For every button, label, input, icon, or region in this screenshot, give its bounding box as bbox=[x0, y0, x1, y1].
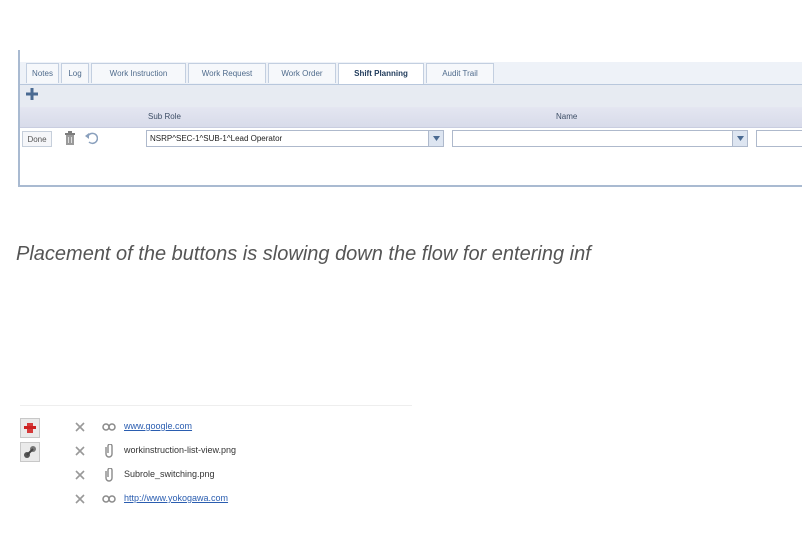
grid-header: Sub Role Name bbox=[20, 107, 802, 128]
red-thumbnail-icon bbox=[20, 418, 40, 438]
tab-log[interactable]: Log bbox=[61, 63, 89, 83]
tab-work-request[interactable]: Work Request bbox=[188, 63, 266, 83]
name-select[interactable] bbox=[452, 130, 734, 147]
link-icon bbox=[102, 423, 116, 431]
name-dropdown-button[interactable] bbox=[732, 130, 748, 147]
attachment-link[interactable]: www.google.com bbox=[124, 421, 192, 431]
remove-icon[interactable] bbox=[75, 470, 85, 480]
attachment-item: Subrole_switching.png bbox=[20, 466, 420, 488]
tab-bar: Notes Log Work Instruction Work Request … bbox=[20, 62, 802, 85]
attachment-item: workinstruction-list-view.png bbox=[20, 442, 420, 464]
remove-icon[interactable] bbox=[75, 494, 85, 504]
image-thumbnail-icon bbox=[20, 442, 40, 462]
attachment-link[interactable]: http://www.yokogawa.com bbox=[124, 493, 228, 503]
sub-role-column-header[interactable]: Sub Role bbox=[148, 112, 181, 121]
remove-icon[interactable] bbox=[75, 446, 85, 456]
tab-work-instruction[interactable]: Work Instruction bbox=[91, 63, 186, 83]
next-column-select[interactable] bbox=[756, 130, 802, 147]
grid-toolbar bbox=[20, 85, 802, 107]
tab-shift-planning[interactable]: Shift Planning bbox=[338, 63, 424, 84]
table-row: Done NSRP^SEC-1^SUB-1^Lead Operator bbox=[20, 128, 802, 150]
sub-role-select[interactable]: NSRP^SEC-1^SUB-1^Lead Operator bbox=[146, 130, 430, 147]
undo-icon[interactable] bbox=[84, 131, 98, 145]
add-row-icon[interactable] bbox=[26, 88, 38, 100]
link-icon bbox=[102, 495, 116, 503]
paperclip-icon bbox=[105, 444, 113, 458]
sub-role-dropdown-button[interactable] bbox=[428, 130, 444, 147]
trash-icon[interactable] bbox=[64, 131, 76, 145]
caption-text: Placement of the buttons is slowing down… bbox=[16, 243, 591, 265]
attachment-file[interactable]: Subrole_switching.png bbox=[124, 469, 215, 479]
divider bbox=[20, 405, 412, 406]
name-column-header[interactable]: Name bbox=[556, 112, 577, 121]
shift-planning-panel: Notes Log Work Instruction Work Request … bbox=[18, 50, 802, 187]
attachment-item: www.google.com bbox=[20, 418, 420, 440]
remove-icon[interactable] bbox=[75, 422, 85, 432]
attachment-file[interactable]: workinstruction-list-view.png bbox=[124, 445, 236, 455]
chevron-down-icon bbox=[433, 136, 440, 141]
tab-notes[interactable]: Notes bbox=[26, 63, 59, 83]
attachment-item: http://www.yokogawa.com bbox=[20, 490, 420, 512]
tab-work-order[interactable]: Work Order bbox=[268, 63, 336, 83]
chevron-down-icon bbox=[737, 136, 744, 141]
paperclip-icon bbox=[105, 468, 113, 482]
done-button[interactable]: Done bbox=[22, 131, 52, 147]
tab-audit-trail[interactable]: Audit Trail bbox=[426, 63, 494, 83]
